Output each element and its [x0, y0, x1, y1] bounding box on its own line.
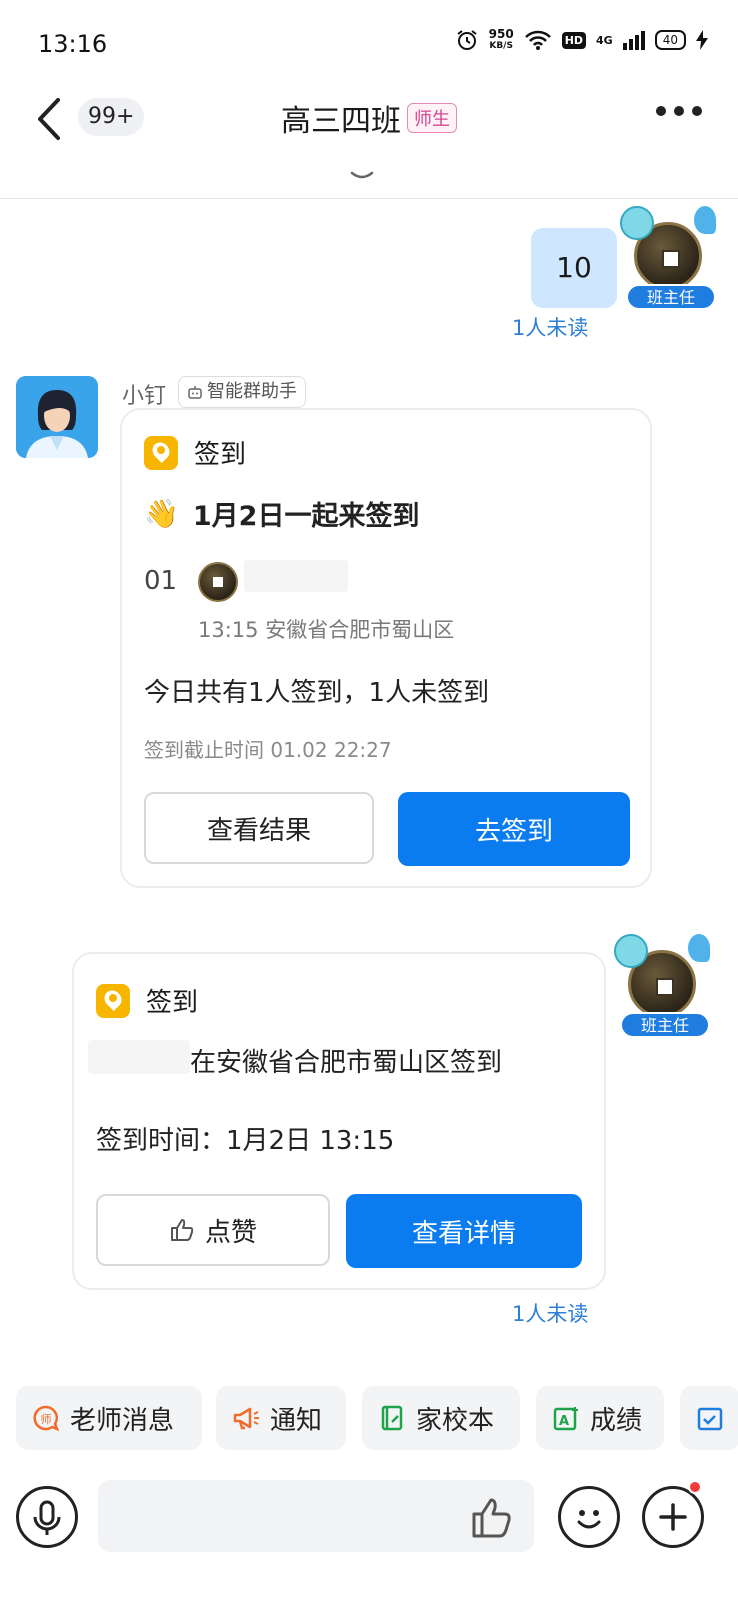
- wifi-icon: [524, 30, 551, 50]
- chevron-down-icon[interactable]: [350, 170, 374, 182]
- microphone-icon: [33, 1500, 61, 1535]
- bot-tag: 智能群助手: [178, 376, 306, 408]
- quick-grades[interactable]: A 成绩: [536, 1386, 664, 1450]
- bot-name: 小钉: [122, 384, 167, 409]
- waving-hand-icon: 👋: [144, 497, 179, 530]
- charging-icon: [696, 30, 708, 50]
- network-type: 4G: [596, 33, 613, 47]
- notification-dot: [688, 1480, 702, 1494]
- user-name-redacted: [88, 1040, 190, 1074]
- checkin-icon: [96, 983, 130, 1018]
- entry-meta: 13:15 安徽省合肥市蜀山区: [198, 618, 455, 642]
- entry-number: 01: [144, 566, 178, 596]
- megaphone-icon: [233, 1407, 259, 1430]
- card-subtitle-text: 1月2日一起来签到: [192, 501, 420, 532]
- view-detail-button[interactable]: 查看详情: [346, 1194, 582, 1268]
- chat-header: 99+ 高三四班 师生: [0, 84, 738, 200]
- checkin-deadline: 签到截止时间 01.02 22:27: [144, 738, 392, 762]
- voice-input-button[interactable]: [16, 1486, 78, 1548]
- quick-homework[interactable]: 家校本: [362, 1386, 520, 1450]
- like-label: 点赞: [204, 1217, 257, 1248]
- quick-action-bar: 师 老师消息 通知 家校本 A 成绩: [16, 1386, 738, 1452]
- network-speed: 950 KB/S: [489, 28, 514, 52]
- message-input[interactable]: [98, 1480, 534, 1552]
- quick-item-label: 家校本: [416, 1405, 495, 1436]
- battery-level: 40: [654, 30, 686, 50]
- header-divider: [0, 198, 738, 199]
- emoji-button[interactable]: [558, 1486, 620, 1548]
- message-bubble[interactable]: 10: [531, 228, 617, 308]
- quick-teacher-message[interactable]: 师 老师消息: [16, 1386, 202, 1450]
- message-input-bar: [0, 1466, 738, 1600]
- grade-icon: A: [553, 1407, 578, 1431]
- notebook-icon: [381, 1405, 403, 1431]
- quick-more[interactable]: [680, 1386, 738, 1450]
- speed-value: 950: [488, 27, 514, 41]
- checkin-summary: 今日共有1人签到，1人未签到: [144, 678, 490, 708]
- more-options-button[interactable]: [656, 106, 702, 116]
- fairy-decoration: [614, 934, 648, 968]
- status-bar: 13:16 950 KB/S HD 4G 40: [0, 0, 738, 84]
- robot-icon: [188, 386, 202, 399]
- wing-decoration: [688, 934, 710, 962]
- read-status[interactable]: 1人未读: [512, 1298, 588, 1328]
- plus-icon: [659, 1503, 687, 1531]
- smile-icon: [577, 1510, 601, 1529]
- fairy-decoration: [620, 206, 654, 240]
- checkin-time: 签到时间：1月2日 13:15: [96, 1126, 395, 1156]
- bot-tag-label: 智能群助手: [207, 381, 297, 402]
- quick-item-label: 通知: [270, 1405, 323, 1436]
- checkin-card[interactable]: 签到 👋 1月2日一起来签到 01 13:15 安徽省合肥市蜀山区 今日共有1人…: [120, 408, 652, 888]
- read-status[interactable]: 1人未读: [512, 312, 588, 342]
- speed-unit: KB/S: [489, 41, 513, 51]
- quick-item-label: 成绩: [590, 1405, 643, 1436]
- role-badge: 班主任: [626, 284, 716, 310]
- view-result-button[interactable]: 查看结果: [144, 792, 374, 864]
- sender-avatar[interactable]: 班主任: [614, 934, 710, 1038]
- wing-decoration: [694, 206, 716, 234]
- checkin-location: 在安徽省合肥市蜀山区签到: [190, 1048, 503, 1078]
- card-head-label: 签到: [146, 988, 199, 1018]
- sender-avatar[interactable]: 班主任: [620, 206, 716, 310]
- checkin-result-card[interactable]: 签到 在安徽省合肥市蜀山区签到 签到时间：1月2日 13:15 点赞 查看详情: [72, 952, 606, 1290]
- signal-icon: [622, 31, 645, 50]
- card-header: 签到: [144, 434, 246, 471]
- thumbs-up-icon: [170, 1219, 194, 1241]
- like-button[interactable]: 点赞: [96, 1194, 330, 1266]
- card-head-label: 签到: [194, 440, 247, 470]
- more-actions-button[interactable]: [642, 1486, 704, 1548]
- role-badge: 班主任: [620, 1012, 710, 1038]
- entry-avatar: [198, 562, 238, 602]
- hd-badge: HD: [561, 31, 587, 49]
- calendar-check-icon: [697, 1407, 723, 1431]
- chat-type-tag: 师生: [407, 103, 457, 133]
- thumbs-up-icon[interactable]: [470, 1496, 514, 1540]
- chat-title-wrap[interactable]: 高三四班 师生: [0, 96, 738, 140]
- card-subtitle: 👋 1月2日一起来签到: [144, 494, 419, 533]
- quick-item-label: 老师消息: [70, 1405, 175, 1436]
- alarm-icon: [457, 30, 477, 50]
- card-header: 签到: [96, 982, 198, 1019]
- status-time: 13:16: [38, 30, 108, 58]
- svg-text:师: 师: [41, 1413, 52, 1426]
- chat-title: 高三四班: [281, 104, 401, 139]
- quick-notice[interactable]: 通知: [216, 1386, 346, 1450]
- checkin-icon: [144, 435, 178, 470]
- status-icons: 950 KB/S HD 4G 40: [455, 28, 708, 52]
- bot-avatar[interactable]: [16, 376, 98, 458]
- svg-text:A: A: [559, 1414, 569, 1429]
- teacher-message-icon: 师: [33, 1405, 60, 1432]
- entry-name-redacted: [244, 560, 348, 592]
- go-checkin-button[interactable]: 去签到: [398, 792, 630, 866]
- assistant-avatar-image: [16, 376, 98, 458]
